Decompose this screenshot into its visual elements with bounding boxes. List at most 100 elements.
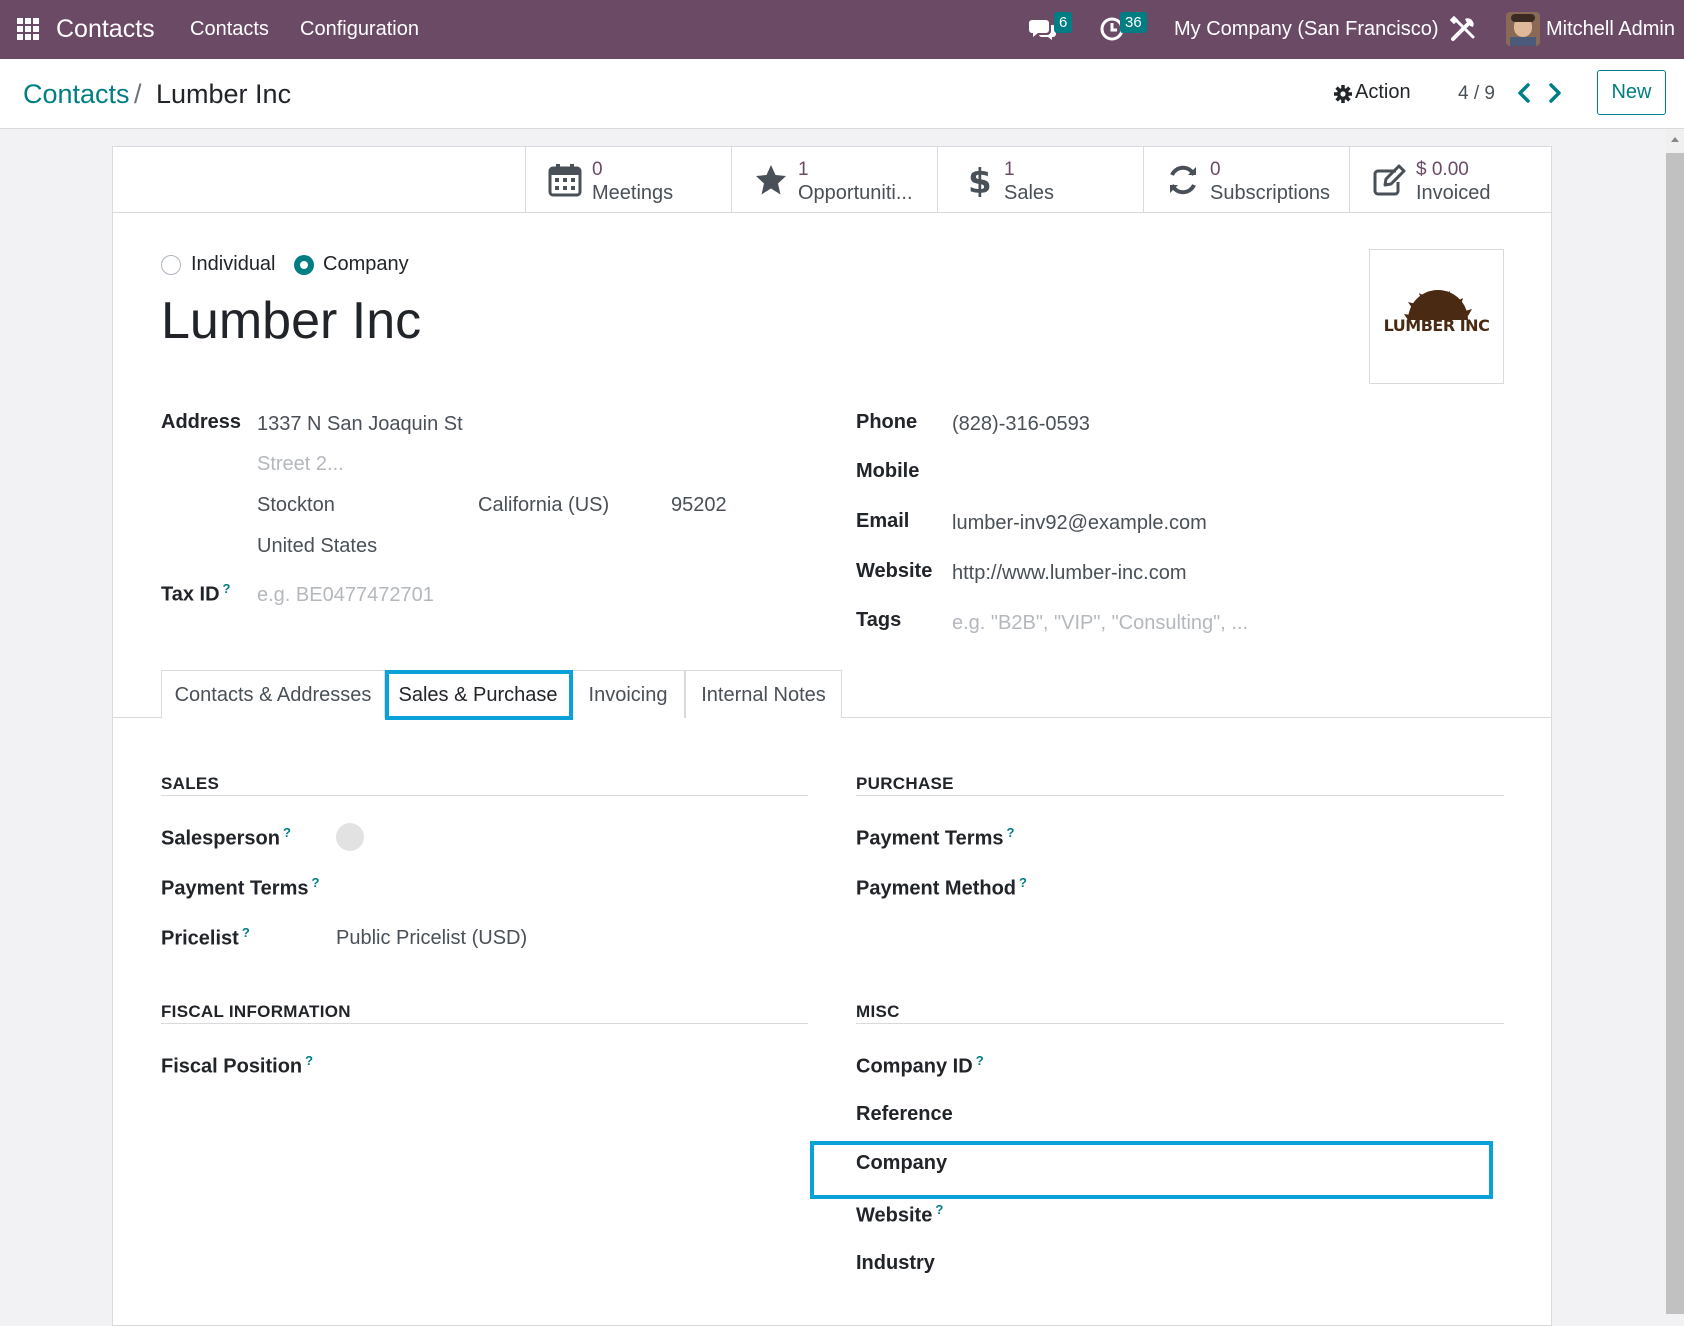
scrollbar[interactable] [1666,129,1684,1314]
pricelist-field[interactable]: Public Pricelist (USD) [336,927,527,950]
sales-payment-terms-label: Payment Terms? [161,875,320,900]
misc-divider [856,1023,1504,1024]
gear-icon[interactable] [1333,84,1353,104]
user-menu[interactable]: Mitchell Admin [1546,0,1675,59]
misc-section-title: MISC [856,1002,900,1021]
subscriptions-stat-button[interactable]: 0 Subscriptions [1143,147,1349,212]
tab-invoicing[interactable]: Invoicing [571,670,685,718]
sales-section-title: SALES [161,774,220,793]
breadcrumb-parent[interactable]: Contacts [23,79,130,110]
opportunities-count: 1 [798,159,809,180]
stat-buttons-bar: 0 Meetings 1 Opportuniti... $ 1 Sales 0 … [113,147,1551,213]
payment-method-help-icon[interactable]: ? [1019,875,1027,890]
street-field[interactable]: 1337 N San Joaquin St [257,413,463,436]
company-logo[interactable]: LUMBER INC [1369,249,1504,384]
svg-text:$: $ [968,163,992,197]
company-radio[interactable] [294,255,314,275]
control-panel: Contacts / Lumber Inc Action 4 / 9 New [0,59,1684,129]
invoiced-label: Invoiced [1416,182,1491,204]
action-menu-button[interactable]: Action [1355,81,1411,104]
breadcrumb-current: Lumber Inc [156,79,292,109]
active-tab-highlight [385,670,573,720]
reference-label: Reference [856,1103,953,1125]
company-field-highlight [810,1141,1493,1199]
state-field[interactable]: California (US) [478,494,609,517]
sales-stat-button[interactable]: $ 1 Sales [937,147,1143,212]
tax-id-label: Tax ID? [161,581,231,606]
tax-id-field[interactable]: e.g. BE0477472701 [257,584,434,607]
individual-label[interactable]: Individual [191,253,276,276]
dollar-icon: $ [968,163,992,197]
tax-id-help-icon[interactable]: ? [223,581,231,596]
fiscal-position-label: Fiscal Position? [161,1053,314,1078]
breadcrumb-separator: / [134,79,142,109]
user-avatar[interactable] [1506,12,1540,46]
sales-divider [161,795,808,796]
form-sheet: 0 Meetings 1 Opportuniti... $ 1 Sales 0 … [112,146,1552,1326]
company-id-label: Company ID? [856,1053,984,1078]
logo-text: LUMBER INC [1383,316,1490,335]
fiscal-divider [161,1023,808,1024]
address-label: Address [161,411,242,433]
messages-badge: 6 [1054,12,1073,33]
partner-name[interactable]: Lumber Inc [161,291,421,351]
city-field[interactable]: Stockton [257,494,335,517]
menu-contacts[interactable]: Contacts [190,0,269,59]
edit-icon [1373,164,1406,196]
phone-field[interactable]: (828)-316-0593 [952,413,1090,436]
industry-label: Industry [856,1252,935,1274]
subscriptions-label: Subscriptions [1210,182,1331,204]
opportunities-stat-button[interactable]: 1 Opportuniti... [731,147,937,212]
menu-configuration[interactable]: Configuration [300,0,419,59]
invoiced-amount: $ 0.00 [1416,159,1469,180]
pricelist-help-icon[interactable]: ? [242,925,250,940]
zip-field[interactable]: 95202 [671,494,727,517]
star-icon [756,165,786,195]
email-field[interactable]: lumber-inv92@example.com [952,512,1207,535]
invoiced-stat-button[interactable]: $ 0.00 Invoiced [1349,147,1552,212]
tab-contacts-addresses[interactable]: Contacts & Addresses [161,670,385,718]
company-id-help-icon[interactable]: ? [976,1053,984,1068]
meetings-stat-button[interactable]: 0 Meetings [525,147,731,212]
company-type-label[interactable]: Company [323,253,409,276]
purchase-payment-terms-label: Payment Terms? [856,825,1015,850]
new-button[interactable]: New [1597,70,1666,115]
scroll-up-icon[interactable] [1670,135,1680,143]
refresh-icon [1170,165,1196,195]
salesperson-help-icon[interactable]: ? [283,825,291,840]
pager-previous-icon[interactable] [1516,82,1532,104]
sales-label: Sales [1004,182,1055,204]
email-label: Email [856,510,910,532]
salesperson-avatar[interactable] [336,823,364,851]
tab-internal-notes[interactable]: Internal Notes [685,670,842,718]
mobile-field[interactable] [952,457,1332,485]
purchase-section-title: PURCHASE [856,774,954,793]
top-navbar: Contacts Contacts Configuration 6 36 My … [0,0,1684,59]
salesperson-label: Salesperson? [161,825,291,850]
company-switcher[interactable]: My Company (San Francisco) [1174,0,1439,59]
fiscal-section-title: FISCAL INFORMATION [161,1002,351,1021]
mobile-label: Mobile [856,460,920,482]
tags-field[interactable]: e.g. "B2B", "VIP", "Consulting", ... [952,612,1248,635]
purchase-payment-terms-help-icon[interactable]: ? [1006,825,1014,840]
payment-method-label: Payment Method? [856,875,1027,900]
debug-tools-icon[interactable] [1449,15,1477,43]
pager-next-icon[interactable] [1547,82,1563,104]
fiscal-position-help-icon[interactable]: ? [305,1053,313,1068]
website-field[interactable]: http://www.lumber-inc.com [952,562,1187,585]
meetings-count: 0 [592,159,603,180]
misc-website-label: Website? [856,1202,944,1227]
sales-count: 1 [1004,159,1015,180]
sales-payment-terms-help-icon[interactable]: ? [311,875,319,890]
apps-grid-icon[interactable] [17,18,39,40]
phone-label: Phone [856,411,918,433]
misc-website-help-icon[interactable]: ? [935,1202,943,1217]
country-field[interactable]: United States [257,535,377,558]
tags-label: Tags [856,609,902,631]
opportunities-label: Opportuniti... [798,182,913,204]
app-name[interactable]: Contacts [56,0,155,59]
street2-field[interactable]: Street 2... [257,453,344,476]
individual-radio[interactable] [161,255,181,275]
pager-value[interactable]: 4 / 9 [1458,83,1495,105]
calendar-icon [548,164,582,197]
